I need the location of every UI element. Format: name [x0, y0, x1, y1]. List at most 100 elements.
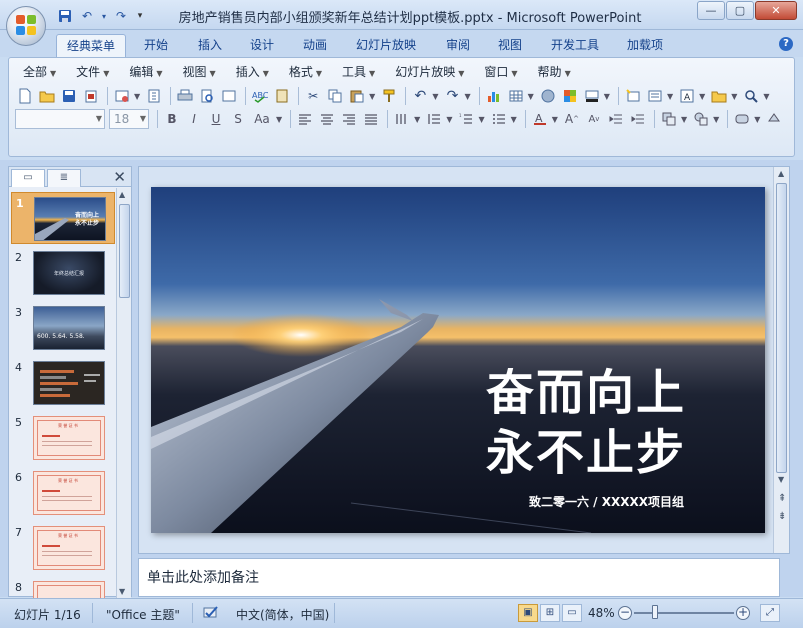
align-center-icon[interactable] — [317, 109, 337, 129]
tab-review[interactable]: 审阅 — [436, 34, 480, 57]
menu-help[interactable]: 帮助 ▼ — [528, 62, 581, 82]
email-icon[interactable] — [112, 86, 132, 106]
text-box-icon[interactable]: A — [677, 86, 697, 106]
chevron-down-icon[interactable]: ▼ — [754, 115, 760, 124]
slide-sorter-button[interactable]: ⊞ — [540, 604, 560, 622]
menu-slide-show[interactable]: 幻灯片放映 ▼ — [385, 62, 474, 82]
chevron-down-icon[interactable]: ▼ — [699, 92, 705, 101]
slide-subtitle[interactable]: 致二零一六 / XXXXX项目组 — [529, 493, 765, 510]
color-grayscale-icon[interactable] — [560, 86, 580, 106]
layout-icon[interactable] — [645, 86, 665, 106]
tab-animations[interactable]: 动画 — [293, 34, 337, 57]
maximize-button[interactable]: ▢ — [726, 1, 754, 20]
italic-button[interactable]: I — [184, 109, 204, 129]
chevron-down-icon[interactable]: ▼ — [464, 92, 470, 101]
help-icon[interactable]: ? — [779, 37, 793, 51]
chevron-down-icon[interactable]: ▼ — [528, 92, 534, 101]
chevron-down-icon[interactable]: ▼ — [478, 115, 484, 124]
chevron-down-icon[interactable]: ▼ — [511, 115, 517, 124]
scroll-thumb[interactable] — [119, 204, 130, 298]
change-case-button[interactable]: Aa — [250, 109, 274, 129]
table-icon[interactable] — [506, 86, 526, 106]
redo-icon[interactable]: ↷ — [442, 86, 462, 106]
tab-add-ins[interactable]: 加载项 — [617, 34, 673, 57]
undo-dropdown-icon[interactable]: ▾ — [100, 7, 108, 25]
bold-button[interactable]: B — [162, 109, 182, 129]
fill-color-icon[interactable] — [582, 86, 602, 106]
zoom-level[interactable]: 48% — [588, 606, 615, 620]
scroll-down-icon[interactable]: ▼ — [119, 587, 125, 596]
slide-show-button[interactable]: ▭ — [562, 604, 582, 622]
text-direction-icon[interactable] — [392, 109, 412, 129]
print-preview-icon[interactable] — [197, 86, 217, 106]
new-slide-icon[interactable] — [623, 86, 643, 106]
panel-scrollbar[interactable]: ▲ ▼ — [116, 188, 131, 598]
align-left-icon[interactable] — [295, 109, 315, 129]
slide-thumbnail[interactable]: 6 荣 誉 证 书 — [11, 467, 115, 519]
scroll-up-icon[interactable]: ▲ — [778, 169, 784, 178]
font-name-combo[interactable]: ▼ — [15, 109, 105, 129]
decrease-indent-icon[interactable] — [606, 109, 626, 129]
bullets-icon[interactable] — [489, 109, 509, 129]
shapes-icon[interactable] — [691, 109, 711, 129]
slide-thumbnail[interactable]: 7 荣 誉 证 书 — [11, 522, 115, 574]
menu-file[interactable]: 文件 ▼ — [66, 62, 119, 82]
zoom-in-button[interactable]: + — [736, 606, 750, 620]
minimize-button[interactable]: — — [697, 1, 725, 20]
align-right-icon[interactable] — [339, 109, 359, 129]
menu-view[interactable]: 视图 ▼ — [173, 62, 226, 82]
notes-pane[interactable]: 单击此处添加备注 — [138, 558, 780, 597]
chevron-down-icon[interactable]: ▼ — [414, 115, 420, 124]
shrink-font-icon[interactable]: Av — [584, 109, 604, 129]
slide-view-icon[interactable] — [219, 86, 239, 106]
open-folder-icon[interactable] — [37, 86, 57, 106]
menu-window[interactable]: 窗口 ▼ — [474, 62, 527, 82]
slide-thumbnail[interactable]: 5 荣 誉 证 书 — [11, 412, 115, 464]
format-painter-icon[interactable] — [379, 86, 399, 106]
slide-thumbnail[interactable]: 2 年终总结汇报 — [11, 247, 115, 299]
save-icon[interactable] — [59, 86, 79, 106]
chevron-down-icon[interactable]: ▼ — [134, 92, 140, 101]
save-icon[interactable] — [56, 7, 74, 25]
chevron-down-icon[interactable]: ▼ — [552, 115, 558, 124]
undo-icon[interactable]: ↶ — [410, 86, 430, 106]
chevron-down-icon[interactable]: ▼ — [369, 92, 375, 101]
chevron-down-icon[interactable]: ▼ — [731, 92, 737, 101]
menu-all[interactable]: 全部 ▼ — [13, 62, 66, 82]
menu-insert[interactable]: 插入 ▼ — [226, 62, 279, 82]
arrange-icon[interactable] — [659, 109, 679, 129]
folder-icon[interactable] — [709, 86, 729, 106]
new-document-icon[interactable] — [15, 86, 35, 106]
chart-icon[interactable] — [484, 86, 504, 106]
slide-thumbnail[interactable]: 8 — [11, 577, 115, 598]
justify-icon[interactable] — [361, 109, 381, 129]
zoom-icon[interactable] — [741, 86, 761, 106]
fit-to-window-icon[interactable]: ⤢ — [760, 604, 780, 622]
numbering-icon[interactable]: 1 — [456, 109, 476, 129]
normal-view-button[interactable]: ▣ — [518, 604, 538, 622]
scroll-down-icon[interactable]: ▼ — [778, 475, 784, 484]
font-color-icon[interactable]: A — [530, 109, 550, 129]
font-size-combo[interactable]: 18 ▼ — [109, 109, 149, 129]
previous-slide-icon[interactable]: ⇞ — [778, 493, 786, 504]
menu-format[interactable]: 格式 ▼ — [279, 62, 332, 82]
chevron-down-icon[interactable]: ▼ — [432, 92, 438, 101]
paste-icon[interactable] — [347, 86, 367, 106]
chevron-down-icon[interactable]: ▼ — [681, 115, 687, 124]
spelling-icon[interactable]: ABC — [250, 86, 270, 106]
menu-edit[interactable]: 编辑 ▼ — [119, 62, 172, 82]
cut-icon[interactable]: ✂ — [303, 86, 323, 106]
shape-fill-icon[interactable] — [764, 109, 784, 129]
slide-canvas[interactable]: 奋而向上 永不止步 致二零一六 / XXXXX项目组 — [151, 187, 765, 533]
spell-check-icon[interactable] — [202, 604, 222, 623]
chevron-down-icon[interactable]: ▼ — [604, 92, 610, 101]
copy-icon[interactable] — [325, 86, 345, 106]
scroll-thumb[interactable] — [776, 183, 787, 473]
slide-thumbnail[interactable]: 4 — [11, 357, 115, 409]
permission-icon[interactable] — [81, 86, 101, 106]
tab-home[interactable]: 开始 — [134, 34, 178, 57]
tab-slides[interactable]: ▭ — [11, 169, 45, 187]
close-icon[interactable]: ✕ — [113, 168, 126, 186]
chevron-down-icon[interactable]: ▼ — [713, 115, 719, 124]
tab-classic-menu[interactable]: 经典菜单 — [56, 34, 127, 57]
